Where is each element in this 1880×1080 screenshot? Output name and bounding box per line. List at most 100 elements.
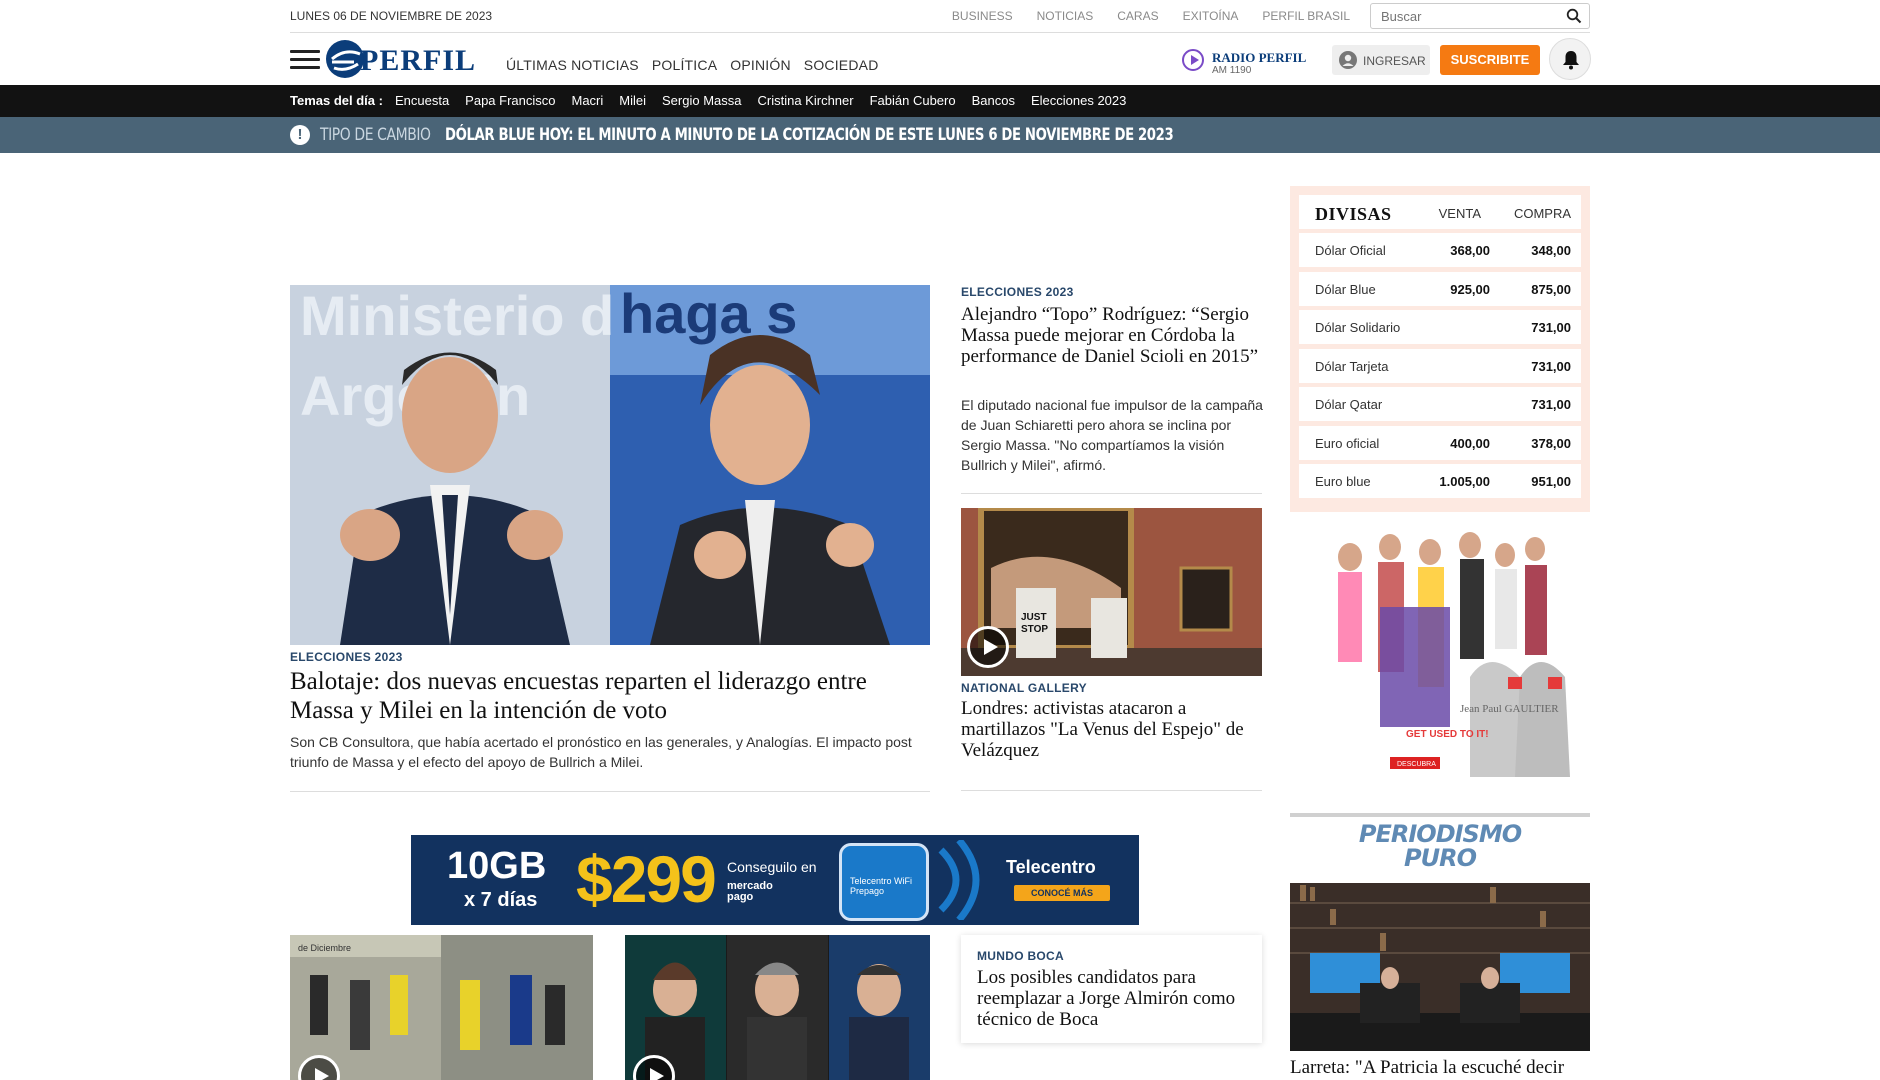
login-label: INGRESAR (1363, 54, 1426, 68)
boca-story-card[interactable]: MUNDO BOCA Los posibles candidatos para … (961, 935, 1262, 1043)
link-caras[interactable]: CARAS (1117, 9, 1158, 23)
currency-row[interactable]: Dólar Oficial 368,00 348,00 (1299, 233, 1581, 267)
breaking-tag: TIPO DE CAMBIO (320, 125, 431, 145)
nav-sociedad[interactable]: SOCIEDAD (804, 57, 879, 73)
ad-brand: Jean Paul GAULTIER (1460, 703, 1559, 715)
currency-widget: DIVISAS VENTA COMPRA Dólar Oficial 368,00… (1290, 186, 1590, 512)
currency-row[interactable]: Dólar Qatar 731,00 (1299, 387, 1581, 421)
primary-nav: ÚLTIMAS NOTICIAS POLÍTICA OPINIÓN SOCIED… (506, 57, 892, 73)
currency-name: Euro oficial (1315, 435, 1380, 451)
currency-compra: 378,00 (1531, 435, 1571, 451)
currency-compra: 731,00 (1531, 397, 1571, 412)
topic-link[interactable]: Bancos (972, 93, 1015, 108)
currency-name: Dólar Tarjeta (1315, 358, 1389, 374)
topic-link[interactable]: Sergio Massa (662, 93, 741, 108)
svg-text:Ministerio d: Ministerio d (300, 285, 614, 347)
radio-frequency: AM 1190 (1212, 65, 1252, 76)
radio-name: RADIO PERFIL (1212, 50, 1307, 65)
topic-link[interactable]: Cristina Kirchner (758, 93, 854, 108)
search-input[interactable] (1371, 4, 1551, 28)
currency-row[interactable]: Euro blue 1.005,00 951,00 (1299, 464, 1581, 498)
user-icon (1339, 51, 1357, 69)
currency-row[interactable]: Dólar Tarjeta 731,00 (1299, 348, 1581, 383)
nav-ultimas-noticias[interactable]: ÚLTIMAS NOTICIAS (506, 57, 639, 73)
ad-days: x 7 días (464, 889, 538, 911)
currency-compra: 731,00 (1531, 358, 1571, 374)
side-story-1-title[interactable]: Alejandro “Topo” Rodríguez: “Sergio Mass… (961, 304, 1266, 367)
main-header: PERFIL ÚLTIMAS NOTICIAS POLÍTICA OPINIÓN… (290, 33, 1591, 85)
currency-row[interactable]: Dólar Solidario 731,00 (1299, 310, 1581, 344)
link-exitoina[interactable]: EXITOÍNA (1183, 9, 1239, 23)
login-button[interactable]: INGRESAR (1332, 45, 1430, 75)
currency-name: Dólar Solidario (1315, 320, 1401, 335)
ad-price: $299 (576, 842, 717, 916)
divider (961, 790, 1262, 791)
notifications-button[interactable] (1549, 38, 1591, 80)
currency-name: Dólar Blue (1315, 281, 1376, 297)
breaking-news-bar[interactable]: ! TIPO DE CAMBIO DÓLAR BLUE HOY: EL MINU… (0, 117, 1880, 153)
currency-row[interactable]: Euro oficial 400,00 378,00 (1299, 425, 1581, 460)
sister-sites-links: BUSINESS NOTICIAS CARAS EXITOÍNA PERFIL … (928, 9, 1350, 23)
currency-venta: 1.005,00 (1439, 474, 1490, 489)
side-story-2-image[interactable]: JUST STOP (961, 508, 1262, 676)
link-business[interactable]: BUSINESS (952, 9, 1013, 23)
mercadopago-logo: mercado pago (727, 881, 773, 903)
boca-story-title[interactable]: Los posibles candidatos para reemplazar … (977, 967, 1252, 1030)
topic-link[interactable]: Macri (572, 93, 604, 108)
topic-link[interactable]: Elecciones 2023 (1031, 93, 1126, 108)
link-noticias[interactable]: NOTICIAS (1037, 9, 1094, 23)
telecentro-logo: Telecentro (1006, 857, 1096, 877)
periodismo-puro-image[interactable] (1290, 883, 1590, 1051)
subscribe-button[interactable]: SUSCRIBITE (1440, 45, 1540, 75)
wifi-waves-icon (938, 840, 980, 920)
pp-logo-line2: PURO (1404, 844, 1477, 872)
topic-link[interactable]: Milei (619, 93, 646, 108)
side-story-2-kicker[interactable]: NATIONAL GALLERY (961, 681, 1087, 695)
logo-wordmark: PERFIL (360, 44, 477, 77)
link-perfil-brasil[interactable]: PERFIL BRASIL (1262, 9, 1350, 23)
ad-tagline: GET USED TO IT! (1406, 729, 1489, 740)
radio-perfil-player[interactable]: RADIO PERFIL AM 1190 (1182, 45, 1322, 76)
topic-link[interactable]: Papa Francisco (465, 93, 555, 108)
currency-row[interactable]: Dólar Blue 925,00 875,00 (1299, 271, 1581, 306)
divider (290, 791, 930, 792)
radio-play-icon[interactable] (1182, 49, 1204, 71)
svg-text:JUST: JUST (1021, 612, 1047, 623)
search-icon[interactable] (1566, 8, 1582, 24)
periodismo-puro-logo[interactable]: PERIODISMO PURO (1290, 822, 1590, 878)
nav-opinion[interactable]: OPINIÓN (730, 57, 791, 73)
side-story-1-kicker[interactable]: ELECCIONES 2023 (961, 285, 1074, 299)
ad-consiguelo: Conseguilo en (727, 859, 817, 875)
col-venta-header: VENTA (1438, 206, 1481, 221)
bell-icon (1563, 51, 1579, 70)
side-story-2-title[interactable]: Londres: activistas atacaron a martillaz… (961, 698, 1266, 761)
current-date: LUNES 06 DE NOVIEMBRE DE 2023 (290, 9, 493, 23)
telecentro-banner-ad[interactable]: 10GB x 7 días $299 Conseguilo en mercado… (411, 835, 1139, 925)
topic-link[interactable]: Encuesta (395, 93, 449, 108)
nav-politica[interactable]: POLÍTICA (652, 57, 717, 73)
lower-story-1-image[interactable]: de Diciembre (290, 935, 593, 1080)
currency-compra: 951,00 (1531, 474, 1571, 489)
col-compra-header: COMPRA (1513, 206, 1571, 221)
periodismo-puro-title[interactable]: Larreta: "A Patricia la escuché decir (1290, 1057, 1590, 1078)
perfil-logo[interactable]: PERFIL (324, 38, 484, 80)
lower-story-2-image[interactable] (625, 935, 930, 1080)
currency-venta: 925,00 (1450, 281, 1490, 297)
breaking-headline[interactable]: DÓLAR BLUE HOY: EL MINUTO A MINUTO DE LA… (445, 125, 1174, 145)
main-story-image[interactable]: Ministerio d Argentin haga s (290, 285, 930, 645)
currency-compra: 348,00 (1531, 243, 1571, 258)
main-story-kicker[interactable]: ELECCIONES 2023 (290, 650, 403, 664)
ad-cta-button[interactable]: CONOCÉ MÁS (1014, 885, 1110, 901)
main-story-title[interactable]: Balotaje: dos nuevas encuestas reparten … (290, 667, 930, 725)
hamburger-menu-icon[interactable] (290, 50, 320, 70)
ad-data-amount: 10GB (447, 845, 547, 887)
mp-line2: pago (727, 891, 754, 903)
svg-text:STOP: STOP (1021, 624, 1048, 635)
currency-name: Dólar Qatar (1315, 397, 1383, 412)
divider (961, 493, 1262, 494)
page: LUNES 06 DE NOVIEMBRE DE 2023 BUSINESS N… (0, 0, 1880, 1080)
topic-link[interactable]: Fabián Cubero (870, 93, 956, 108)
boca-story-kicker[interactable]: MUNDO BOCA (977, 949, 1064, 963)
perfume-ad[interactable]: Jean Paul GAULTIER GET USED TO IT! DESCU… (1320, 527, 1580, 782)
video-play-icon[interactable] (967, 626, 1009, 668)
